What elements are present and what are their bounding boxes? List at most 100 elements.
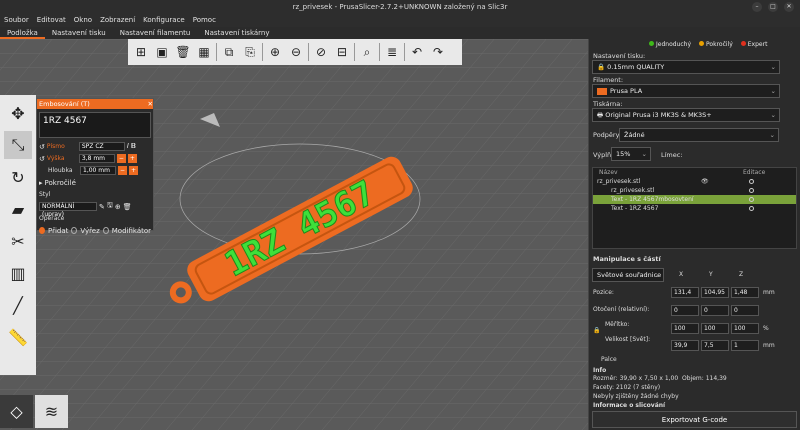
lock-icon[interactable]: 🔒 xyxy=(593,327,600,334)
copy-icon[interactable]: ⧉ xyxy=(220,43,238,61)
advanced-toggle[interactable]: Pokročilé xyxy=(45,179,76,187)
supports-select[interactable]: Žádné ⌄ xyxy=(619,128,779,142)
rotation-z-input[interactable]: 0 xyxy=(731,305,759,316)
paste-icon[interactable]: ⎘ xyxy=(241,43,259,61)
scale-unit: % xyxy=(763,325,769,332)
minus-icon[interactable]: − xyxy=(116,154,126,163)
size-y-input[interactable]: 7,5 xyxy=(701,340,729,351)
undo-icon[interactable]: ↶ xyxy=(408,43,426,61)
size-z-input[interactable]: 1 xyxy=(731,340,759,351)
seam-icon[interactable]: ╱ xyxy=(4,291,32,319)
rotate-icon[interactable]: ↻ xyxy=(4,163,32,191)
position-z-input[interactable]: 1,48 xyxy=(731,287,759,298)
mode-advanced[interactable]: Pokročilý xyxy=(699,41,733,48)
menu-config[interactable]: Konfigurace xyxy=(143,14,185,27)
mode-expert[interactable]: Expert xyxy=(740,41,767,48)
preview-icon[interactable]: ≋ xyxy=(35,395,68,428)
close-icon[interactable]: ✕ xyxy=(784,2,794,12)
infill-select[interactable]: 15% ⌄ xyxy=(611,147,651,161)
font-select[interactable]: SPZ CZ xyxy=(78,142,125,151)
tab-print-settings[interactable]: Nastavení tisku xyxy=(45,27,113,39)
remove-instance-icon[interactable]: ⊖ xyxy=(287,43,305,61)
position-y-input[interactable]: 104,95 xyxy=(701,287,729,298)
menu-help[interactable]: Pomoc xyxy=(193,14,216,27)
list-item[interactable]: rz_privesek.stl 👁 xyxy=(593,177,796,186)
list-item[interactable]: Text - 1RZ 4567mbosovtení xyxy=(593,195,796,204)
print-select[interactable]: 🔒 0.15mm QUALITY ⌄ xyxy=(592,60,780,74)
minimize-icon[interactable]: – xyxy=(752,2,762,12)
move-icon[interactable]: ✥ xyxy=(4,99,32,127)
style-select[interactable]: NORMÁLNÍ (uprav) xyxy=(39,202,97,218)
tab-plater[interactable]: Podložka xyxy=(0,27,45,39)
redo-icon[interactable]: ↷ xyxy=(429,43,447,61)
measure-icon[interactable]: 📏 xyxy=(4,323,32,351)
split-parts-icon[interactable]: ⊟ xyxy=(333,43,351,61)
plus-icon[interactable]: + xyxy=(127,154,137,163)
plus-icon[interactable]: + xyxy=(129,166,138,175)
edit-icon[interactable] xyxy=(749,179,754,184)
depth-input[interactable]: 1,00 mm xyxy=(80,166,116,175)
add-label: Přidat xyxy=(47,226,69,235)
menu-view[interactable]: Zobrazení xyxy=(100,14,135,27)
height-input[interactable]: 3,8 mm xyxy=(78,154,115,163)
reset-icon[interactable]: ↺ xyxy=(39,143,45,151)
modifier-radio[interactable] xyxy=(102,227,109,234)
maximize-icon[interactable]: □ xyxy=(768,2,778,12)
size-x-input[interactable]: 39,9 xyxy=(671,340,699,351)
italic-icon[interactable]: 𝐼 xyxy=(127,142,129,151)
search-icon[interactable]: ⌕ xyxy=(358,43,376,61)
menu-window[interactable]: Okno xyxy=(74,14,92,27)
delete-style-icon[interactable]: 🗑 xyxy=(123,203,132,211)
position-x-input[interactable]: 131,4 xyxy=(671,287,699,298)
edit-icon[interactable]: ✎ xyxy=(99,203,105,211)
rotation-y-input[interactable]: 0 xyxy=(701,305,729,316)
list-item[interactable]: rz_privesek.stl xyxy=(593,186,796,195)
printer-select[interactable]: 🖶 Original Prusa i3 MK3S & MK3S+ ⌄ xyxy=(592,108,780,122)
save-icon[interactable]: 🖫 xyxy=(107,201,113,212)
cut-icon[interactable]: ✂ xyxy=(4,227,32,255)
rotation-x-input[interactable]: 0 xyxy=(671,305,699,316)
scale-x-input[interactable]: 100 xyxy=(671,323,699,334)
left-toolbar: ✥ ⤡ ↻ ▰ ✂ ▥ ╱ 📏 xyxy=(0,95,36,375)
arrange-icon[interactable]: ▦ xyxy=(195,43,213,61)
add-style-icon[interactable]: ⊕ xyxy=(115,203,121,211)
coord-select[interactable]: Světové souřadnice ⌄ xyxy=(592,268,664,282)
eye-icon[interactable]: 👁 xyxy=(701,177,709,186)
edit-icon[interactable] xyxy=(749,206,754,211)
layers-icon[interactable]: ≣ xyxy=(383,43,401,61)
scale-y-input[interactable]: 100 xyxy=(701,323,729,334)
tab-filament-settings[interactable]: Nastavení filamentu xyxy=(113,27,198,39)
brim-label: Límec: xyxy=(661,151,683,159)
menu-edit[interactable]: Editovat xyxy=(37,14,66,27)
paint-supports-icon[interactable]: ▥ xyxy=(4,259,32,287)
scale-icon[interactable]: ⤡ xyxy=(4,131,32,159)
size-label: Velikost [Svět]: xyxy=(605,336,651,343)
place-on-face-icon[interactable]: ▰ xyxy=(4,195,32,223)
edit-icon[interactable] xyxy=(749,197,754,202)
menu-bar: Soubor Editovat Okno Zobrazení Konfigura… xyxy=(0,14,800,27)
cut-label: Výřez xyxy=(80,226,100,235)
add-instance-icon[interactable]: ⊕ xyxy=(266,43,284,61)
close-icon[interactable]: ✕ xyxy=(148,99,153,109)
add-radio[interactable] xyxy=(39,227,45,234)
bold-icon[interactable]: 𝐁 xyxy=(131,142,136,151)
delete-all-icon[interactable]: 🗑 xyxy=(174,43,192,61)
minus-icon[interactable]: − xyxy=(118,166,127,175)
add-icon[interactable]: ⊞ xyxy=(132,43,150,61)
tab-printer-settings[interactable]: Nastavení tiskárny xyxy=(197,27,276,39)
expand-icon[interactable]: ▸ xyxy=(39,179,43,187)
cut-radio[interactable] xyxy=(71,227,78,234)
list-item[interactable]: Text - 1RZ 4567 xyxy=(593,204,796,213)
export-gcode-button[interactable]: Exportovat G-code xyxy=(592,411,797,428)
reset-icon[interactable]: ↺ xyxy=(39,155,45,163)
3d-view-icon[interactable]: ◇ xyxy=(0,395,33,428)
emboss-text-input[interactable]: 1RZ 4567 xyxy=(39,112,151,138)
mode-simple[interactable]: Jednoduchý xyxy=(649,41,691,48)
inches-checkbox[interactable]: Palce xyxy=(601,356,617,363)
delete-icon[interactable]: ▣ xyxy=(153,43,171,61)
menu-file[interactable]: Soubor xyxy=(4,14,29,27)
scale-z-input[interactable]: 100 xyxy=(731,323,759,334)
edit-icon[interactable] xyxy=(749,188,754,193)
split-objects-icon[interactable]: ⊘ xyxy=(312,43,330,61)
filament-select[interactable]: Prusa PLA ⌄ xyxy=(592,84,780,98)
